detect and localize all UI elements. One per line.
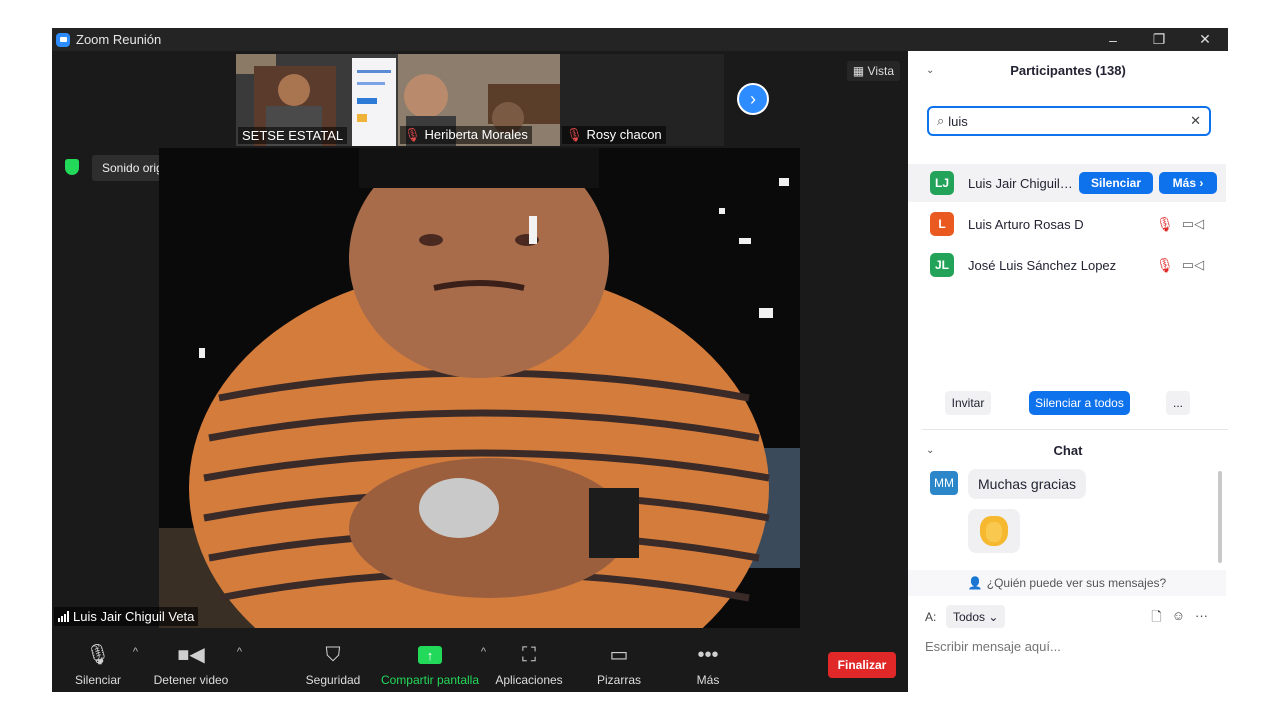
window-title: Zoom Reunión [76, 32, 162, 47]
side-panel: ⌄ Participantes (138) ⌕ ✕ LJ Luis Jair C… [908, 51, 1228, 692]
search-icon: ⌕ [937, 113, 945, 128]
clear-search-icon[interactable]: ✕ [1190, 113, 1201, 129]
clapping-hands-icon [980, 516, 1008, 546]
file-icon[interactable]: 🗋 [1151, 608, 1161, 630]
tile-name: SETSE ESTATAL [238, 127, 348, 144]
video-off-icon: ▭◁ [1181, 257, 1205, 272]
stop-video-label: Detener video [153, 673, 229, 687]
avatar: L [930, 212, 954, 236]
chat-message-input[interactable] [925, 639, 1205, 654]
more-icon: ••• [697, 644, 719, 666]
video-tile[interactable]: 🎙 Rosy chacon [560, 54, 724, 146]
who-can-see-messages[interactable]: 👤 ¿Quién puede ver sus mensajes? [908, 570, 1226, 596]
apps-label: Aplicaciones [495, 673, 563, 687]
invite-button[interactable]: Invitar [945, 391, 991, 415]
more-participant-button[interactable]: Más › [1159, 172, 1217, 194]
more-icon[interactable]: ··· [1195, 608, 1208, 630]
participant-name: Luis Arturo Rosas D [968, 216, 1084, 232]
zoom-app-icon [56, 32, 70, 47]
chat-message-emoji [968, 509, 1020, 553]
apps-icon: ⛶ [522, 644, 536, 666]
stop-video-button[interactable]: ■◀ Detener video ^ [152, 638, 242, 692]
speaker-video-image [159, 148, 800, 628]
chevron-right-icon: › [750, 88, 756, 109]
recipient-label: A: [925, 610, 937, 624]
mute-label: Silenciar [74, 673, 122, 687]
chat-title: Chat [1053, 443, 1083, 458]
avatar: JL [930, 253, 954, 277]
chat-scrollbar[interactable] [1218, 471, 1222, 563]
video-tile[interactable]: SETSE ESTATAL [236, 54, 398, 146]
avatar: MM [930, 471, 958, 495]
whiteboards-label: Pizarras [596, 673, 641, 687]
window-controls: – ❐ ✕ [1090, 28, 1228, 51]
video-off-icon: ▭◁ [1181, 216, 1205, 231]
view-label: Vista [867, 64, 894, 78]
share-screen-button[interactable]: ↑ Compartir pantalla ^ [380, 638, 486, 692]
whiteboard-icon: ▭ [609, 644, 629, 666]
tile-name: 🎙 Heriberta Morales [400, 126, 532, 144]
apps-button[interactable]: ⛶ Aplicaciones [493, 638, 565, 692]
mic-off-icon: 🎙 [1156, 215, 1174, 232]
meeting-area: SETSE ESTATAL 🎙 Heriberta Morales 🎙 Rosy c… [52, 51, 908, 692]
whiteboards-button[interactable]: ▭ Pizarras [594, 638, 644, 692]
participant-row[interactable]: L Luis Arturo Rosas D 🎙 ▭◁ [908, 205, 1226, 243]
microphone-icon: 🎙 [85, 644, 111, 666]
share-screen-label: Compartir pantalla [380, 673, 480, 687]
next-page-button[interactable]: › [737, 83, 769, 115]
participant-search: ⌕ ✕ [927, 106, 1211, 136]
view-button[interactable]: ▦ Vista [846, 61, 900, 81]
speaker-name-label: Luis Jair Chiguil Veta [54, 607, 199, 626]
chevron-up-icon[interactable]: ^ [133, 646, 138, 658]
mic-off-icon: 🎙 [404, 127, 421, 142]
more-button[interactable]: ••• Más [690, 638, 726, 692]
mute-button[interactable]: 🎙 Silenciar ^ [74, 638, 138, 692]
shield-icon: ⛉ [325, 644, 341, 666]
avatar: LJ [930, 171, 954, 195]
gallery-strip: SETSE ESTATAL 🎙 Heriberta Morales 🎙 Rosy c… [236, 54, 724, 146]
security-button[interactable]: ⛉ Seguridad [304, 638, 362, 692]
chat-tools: 🗋 ☺ ··· [1151, 608, 1208, 630]
divider [922, 429, 1228, 430]
chevron-up-icon[interactable]: ^ [481, 646, 486, 658]
zoom-window: Zoom Reunión – ❐ ✕ SETSE ESTATAL 🎙 Herib… [52, 28, 1228, 692]
mute-all-button[interactable]: Silenciar a todos [1029, 391, 1130, 415]
mute-participant-button[interactable]: Silenciar [1079, 172, 1153, 194]
video-tile[interactable]: 🎙 Heriberta Morales [398, 54, 560, 146]
close-button[interactable]: ✕ [1182, 28, 1228, 51]
title-bar: Zoom Reunión – ❐ ✕ [52, 28, 1228, 51]
meeting-toolbar: 🎙 Silenciar ^ ■◀ Detener video ^ ⛉ Segur… [52, 638, 908, 692]
participant-name: José Luis Sánchez Lopez [968, 257, 1117, 273]
grid-icon: ▦ [852, 64, 868, 78]
participant-row[interactable]: LJ Luis Jair Chiguil Veta Silenciar Más … [908, 164, 1226, 202]
tile-name: 🎙 Rosy chacon [562, 126, 666, 144]
user-icon: 👤 [967, 576, 983, 590]
video-camera-icon: ■◀ [177, 644, 205, 666]
participant-search-input[interactable] [948, 113, 1169, 129]
more-options-button[interactable]: ... [1166, 391, 1190, 415]
emoji-icon[interactable]: ☺ [1172, 608, 1185, 630]
mic-off-icon: 🎙 [1156, 256, 1174, 273]
share-screen-icon: ↑ [418, 646, 442, 664]
participant-name: Luis Jair Chiguil Veta [968, 175, 1073, 191]
more-label: Más [696, 673, 720, 687]
end-meeting-button[interactable]: Finalizar [828, 652, 896, 678]
minimize-button[interactable]: – [1090, 28, 1136, 51]
who-can-see-label: ¿Quién puede ver sus mensajes? [986, 576, 1167, 590]
chevron-up-icon[interactable]: ^ [237, 646, 242, 658]
speaker-name: Luis Jair Chiguil Veta [73, 609, 195, 624]
participants-title: Participantes (138) [1010, 63, 1126, 78]
recipient-select[interactable]: Todos ⌄ [946, 605, 1006, 628]
signal-strength-icon [58, 611, 69, 622]
active-speaker-video[interactable] [159, 148, 800, 628]
mic-off-icon: 🎙 [566, 127, 583, 142]
security-label: Seguridad [305, 673, 361, 687]
encryption-shield-icon[interactable] [65, 159, 79, 175]
chat-message: Muchas gracias [968, 469, 1087, 499]
restore-button[interactable]: ❐ [1136, 28, 1182, 51]
participant-row[interactable]: JL José Luis Sánchez Lopez 🎙 ▭◁ [908, 246, 1226, 284]
